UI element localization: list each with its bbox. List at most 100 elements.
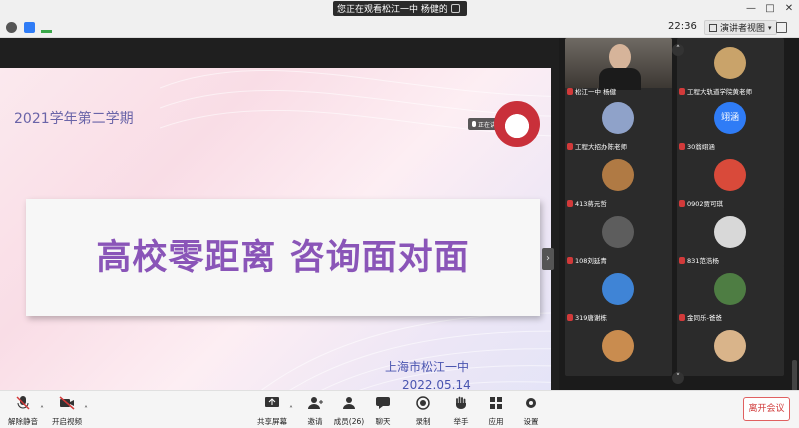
participant-tile[interactable]: 工程大招办陈老师 <box>565 93 672 153</box>
participant-tile[interactable]: 0902贾可琪 <box>677 150 784 210</box>
share-screen-label: 共享屏幕 <box>257 417 287 426</box>
participant-name: 30翁翊涵 <box>687 143 715 151</box>
maximize-icon[interactable]: □ <box>763 2 777 16</box>
collapse-gallery-icon[interactable]: › <box>542 248 554 270</box>
participant-gallery: 金同乐-爸爸 319唐谢栋 831范浩杨 108刘延青 0902贾可琪 413蒋元哲 翊涵 3… <box>559 38 799 390</box>
mic-muted-icon <box>679 87 685 95</box>
meeting-toolbar: 解除静音 ˄ 开启视频 ˄ 共享屏幕 ˄ 邀请 成员(26) 聊天 录制 举手 … <box>0 390 799 428</box>
gallery-scrollbar[interactable] <box>792 360 797 394</box>
share-screen-icon <box>265 397 279 407</box>
gallery-down-icon[interactable]: ˅ <box>672 372 684 384</box>
info-icon[interactable] <box>6 22 17 33</box>
participant-label: 108刘延青 <box>567 255 607 265</box>
fullscreen-icon[interactable] <box>776 22 787 33</box>
participant-label: 0902贾可琪 <box>679 198 723 208</box>
participant-tile[interactable]: 金同乐-爸爸 <box>677 264 784 324</box>
mic-muted-icon <box>567 142 573 150</box>
participant-tile[interactable]: 翊涵 30翁翊涵 <box>677 93 784 153</box>
participant-label: 工程大招办陈老师 <box>567 141 627 151</box>
participant-tile[interactable] <box>565 321 672 376</box>
participant-label: 319唐谢栋 <box>567 312 607 322</box>
participant-tile[interactable]: 831范浩杨 <box>677 207 784 267</box>
audio-options-icon[interactable]: ˄ <box>40 405 44 414</box>
avatar: 翊涵 <box>714 102 746 134</box>
gear-icon <box>526 398 536 408</box>
start-video-label: 开启视频 <box>52 417 82 426</box>
minimize-icon[interactable]: — <box>744 2 758 16</box>
shield-icon[interactable] <box>24 22 35 33</box>
share-options-icon[interactable]: ˄ <box>289 405 293 414</box>
invite-button[interactable]: 邀请 <box>300 395 330 427</box>
mic-muted-icon <box>567 256 573 264</box>
mic-muted-icon <box>679 142 685 150</box>
presentation-slide: 2021学年第二学期 正在讲话 高校零距离 咨询面对面 上海市松江一中 2022… <box>0 68 551 418</box>
mic-icon <box>472 121 476 127</box>
record-icon <box>416 396 430 410</box>
apps-icon <box>490 397 502 409</box>
slide-title-box: 高校零距离 咨询面对面 <box>26 199 540 316</box>
unmute-button[interactable]: 解除静音 <box>8 395 38 427</box>
sharing-text: 您正在观看松江一中 杨健的屏幕 <box>337 5 447 15</box>
participant-tile[interactable]: 工程大轨道学院黄老师 <box>677 38 784 98</box>
apps-button[interactable]: 应用 <box>481 395 511 427</box>
participant-name: 0902贾可琪 <box>687 200 724 208</box>
chat-button[interactable]: 聊天 <box>368 395 398 427</box>
mic-muted-icon <box>567 199 573 207</box>
raise-hand-button[interactable]: 举手 <box>446 395 476 427</box>
participant-name: 工程大轨道学院黄老师 <box>687 88 752 96</box>
participant-tile[interactable]: 108刘延青 <box>565 207 672 267</box>
members-icon <box>343 397 355 409</box>
title-bar: 您正在观看松江一中 杨健的屏幕 — □ ✕ <box>0 0 799 18</box>
mic-off-icon <box>16 396 30 410</box>
mic-muted-icon <box>567 87 573 95</box>
host-face <box>609 44 631 70</box>
settings-label: 设置 <box>523 417 539 426</box>
view-mode-button[interactable]: 演讲者视图 ▾ <box>704 20 777 35</box>
avatar <box>714 330 746 362</box>
settings-button[interactable]: 设置 <box>516 395 546 427</box>
chat-label: 聊天 <box>375 417 391 426</box>
record-button[interactable]: 录制 <box>408 395 438 427</box>
participant-name: 金同乐-爸爸 <box>687 314 722 322</box>
participant-label: 413蒋元哲 <box>567 198 607 208</box>
sharing-indicator[interactable]: 您正在观看松江一中 杨健的屏幕 <box>333 1 467 16</box>
gallery-up-icon[interactable]: ˄ <box>672 44 684 56</box>
mic-muted-icon <box>679 199 685 207</box>
close-icon[interactable]: ✕ <box>782 2 796 16</box>
participant-name: 413蒋元哲 <box>575 200 607 208</box>
participant-tile-host[interactable]: 松江一中 杨健 <box>565 38 672 98</box>
semester-text: 2021学年第二学期 <box>14 111 134 127</box>
members-button[interactable]: 成员(26) <box>334 395 364 427</box>
record-label: 录制 <box>415 417 431 426</box>
mic-muted-icon <box>679 256 685 264</box>
participant-name: 831范浩杨 <box>687 257 719 265</box>
video-options-icon[interactable]: ˄ <box>84 405 88 414</box>
share-screen-button[interactable]: 共享屏幕 <box>257 395 287 427</box>
avatar <box>602 216 634 248</box>
chevron-down-icon: ▾ <box>768 23 772 32</box>
avatar <box>602 273 634 305</box>
participant-name: 工程大招办陈老师 <box>575 143 627 151</box>
shared-screen: 2021学年第二学期 正在讲话 高校零距离 咨询面对面 上海市松江一中 2022… <box>0 38 559 418</box>
leave-meeting-button[interactable]: 离开会议 <box>743 397 790 421</box>
participant-label: 30翁翊涵 <box>679 141 715 151</box>
start-video-button[interactable]: 开启视频 <box>52 395 82 427</box>
view-mode-label: 演讲者视图 <box>720 24 766 34</box>
signal-icon[interactable] <box>41 22 52 33</box>
chat-icon <box>376 397 390 409</box>
mic-muted-icon <box>567 313 573 321</box>
grid-icon <box>709 23 717 32</box>
popout-icon[interactable] <box>451 4 460 13</box>
unmute-label: 解除静音 <box>8 417 38 426</box>
school-name: 上海市松江一中 <box>385 360 470 374</box>
participant-name: 108刘延青 <box>575 257 607 265</box>
hand-icon <box>456 396 466 409</box>
avatar <box>602 159 634 191</box>
participant-name: 松江一中 杨健 <box>575 88 617 96</box>
avatar <box>602 102 634 134</box>
school-emblem <box>494 101 540 147</box>
participant-tile[interactable]: 319唐谢栋 <box>565 264 672 324</box>
invite-icon <box>308 397 323 409</box>
participant-tile[interactable] <box>677 321 784 376</box>
participant-tile[interactable]: 413蒋元哲 <box>565 150 672 210</box>
